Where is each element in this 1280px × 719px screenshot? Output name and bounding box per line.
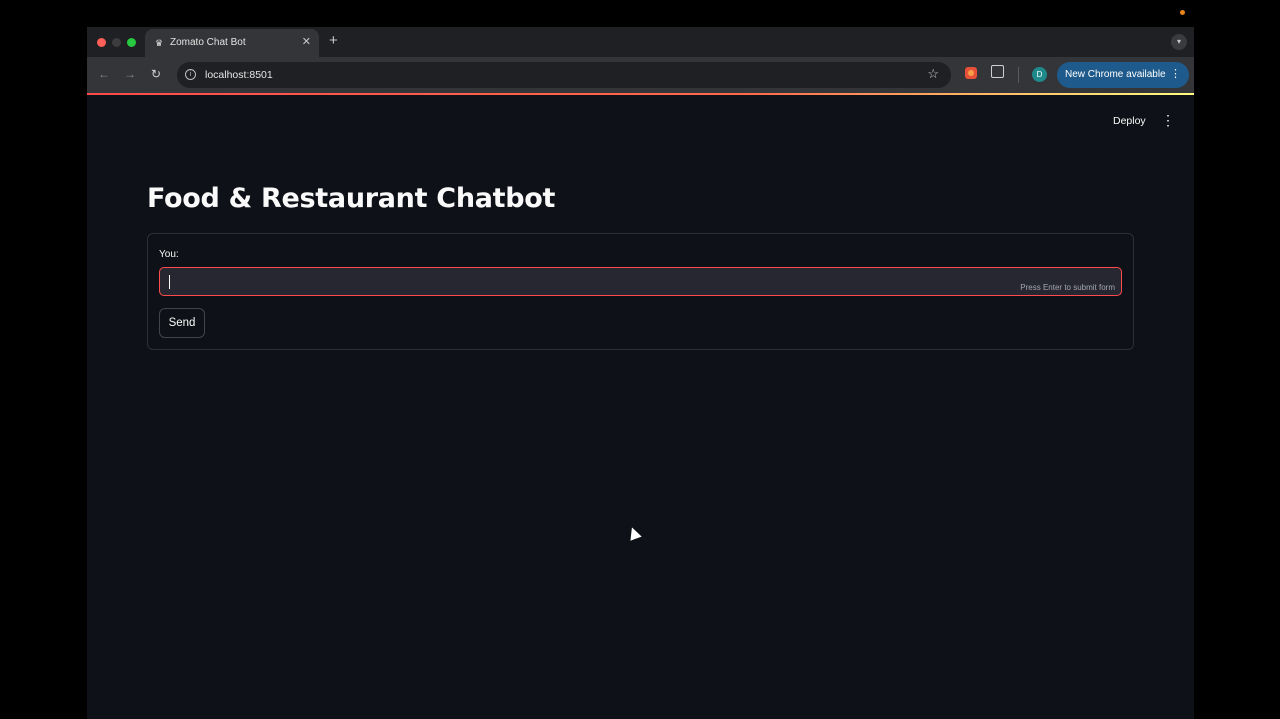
update-label: New Chrome available bbox=[1065, 69, 1166, 80]
site-info-icon[interactable]: i bbox=[185, 69, 196, 80]
deploy-button[interactable]: Deploy bbox=[1113, 115, 1146, 127]
maximize-window-button[interactable] bbox=[127, 38, 136, 47]
input-label: You: bbox=[159, 249, 179, 260]
tab-zomato-chat-bot[interactable]: ♛ Zomato Chat Bot ✕ bbox=[145, 29, 319, 57]
recording-indicator bbox=[1180, 10, 1185, 15]
chat-text-input[interactable]: Press Enter to submit form bbox=[159, 267, 1122, 296]
main-menu-icon[interactable]: ⋮ bbox=[1161, 113, 1175, 127]
forward-arrow-icon[interactable]: → bbox=[124, 67, 136, 81]
submit-hint: Press Enter to submit form bbox=[1020, 283, 1115, 292]
minimize-window-button[interactable] bbox=[112, 38, 121, 47]
chat-form: You: Press Enter to submit form Send bbox=[147, 233, 1134, 350]
close-tab-icon[interactable]: ✕ bbox=[302, 36, 311, 48]
new-tab-button[interactable]: + bbox=[329, 32, 338, 50]
text-caret bbox=[169, 275, 170, 289]
bookmark-star-icon[interactable]: ☆ bbox=[927, 66, 939, 82]
extensions-puzzle-icon[interactable] bbox=[991, 65, 1004, 78]
address-bar[interactable]: i localhost:8501 ☆ bbox=[177, 62, 951, 88]
browser-window: ♛ Zomato Chat Bot ✕ + ▾ ← → ↻ i localhos… bbox=[87, 27, 1194, 719]
tab-title: Zomato Chat Bot bbox=[170, 37, 246, 48]
url-text[interactable]: localhost:8501 bbox=[205, 69, 273, 81]
toolbar-divider bbox=[1018, 67, 1019, 83]
browser-toolbar: ← → ↻ i localhost:8501 ☆ D New Chrome av… bbox=[87, 57, 1194, 93]
streamlit-app: Deploy ⋮ Food & Restaurant Chatbot You: … bbox=[87, 95, 1194, 719]
page-title: Food & Restaurant Chatbot bbox=[147, 183, 556, 214]
streamlit-favicon-icon: ♛ bbox=[154, 38, 164, 48]
extension-icon[interactable] bbox=[965, 67, 977, 79]
send-button[interactable]: Send bbox=[159, 308, 205, 338]
tab-strip: ♛ Zomato Chat Bot ✕ + ▾ bbox=[87, 27, 1194, 57]
more-vertical-icon[interactable]: ⋮ bbox=[1170, 68, 1181, 80]
tab-search-chevron-icon[interactable]: ▾ bbox=[1171, 34, 1187, 50]
back-arrow-icon[interactable]: ← bbox=[98, 67, 110, 81]
reload-icon[interactable]: ↻ bbox=[151, 67, 161, 81]
new-chrome-available-button[interactable]: New Chrome available ⋮ bbox=[1057, 62, 1189, 88]
profile-avatar[interactable]: D bbox=[1032, 67, 1047, 82]
close-window-button[interactable] bbox=[97, 38, 106, 47]
